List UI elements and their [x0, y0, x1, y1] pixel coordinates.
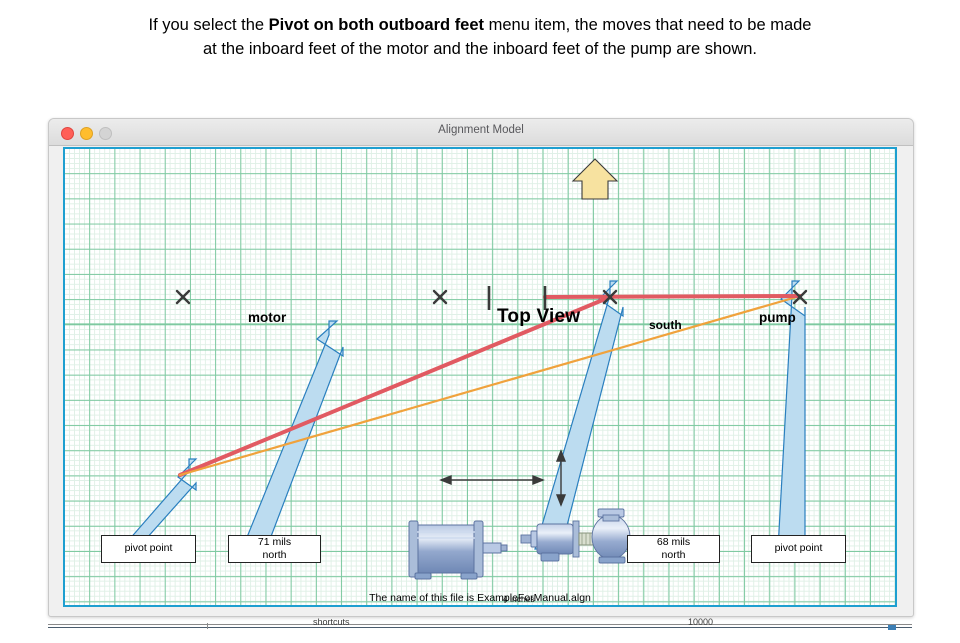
caption-line1-pre: If you select the	[148, 16, 269, 34]
plot-title-top-view: Top View	[497, 306, 581, 327]
compass-label-south: south	[649, 318, 682, 332]
callout-pivot-right: pivot point	[751, 535, 846, 563]
bottom-divider-2	[48, 627, 912, 628]
caption-line-2: at the inboard feet of the motor and the…	[202, 39, 758, 58]
callout-pump-move: 68 mils north	[627, 535, 720, 563]
bottom-tick	[207, 623, 208, 629]
window-titlebar[interactable]: Alignment Model	[49, 119, 913, 146]
plot-label-motor: motor	[248, 310, 287, 325]
foot-marker-motor-outboard	[175, 289, 191, 305]
bottom-left-text: shortcuts	[313, 617, 350, 626]
caption-line-1: If you select the Pivot on both outboard…	[0, 14, 960, 38]
caption-line1-post: menu item, the moves that need to be mad…	[484, 16, 812, 34]
scale-bar-horizontal	[439, 474, 545, 486]
callout-pivot-left: pivot point	[101, 535, 196, 563]
bottom-blue-marker	[888, 625, 896, 630]
clipped-bottom-row: shortcuts 10000	[48, 616, 912, 643]
foot-marker-motor-inboard	[432, 289, 448, 305]
callout-arrow-motor-move	[242, 320, 344, 548]
window-title: Alignment Model	[438, 124, 524, 136]
callout-motor-move: 71 mils north	[228, 535, 321, 563]
file-name-note: The name of this file is ExampleForManua…	[369, 592, 591, 604]
caption-menu-item-name: Pivot on both outboard feet	[268, 16, 485, 34]
page-caption: If you select the Pivot on both outboard…	[0, 14, 960, 62]
motor-illustration	[408, 520, 508, 580]
bottom-divider-1	[48, 624, 912, 625]
motor-line-extension	[543, 294, 802, 299]
bottom-right-text: 10000	[688, 617, 714, 626]
plot-label-pump: pump	[759, 310, 796, 325]
compass-arrow-icon	[571, 158, 619, 200]
pump-illustration	[520, 508, 631, 564]
